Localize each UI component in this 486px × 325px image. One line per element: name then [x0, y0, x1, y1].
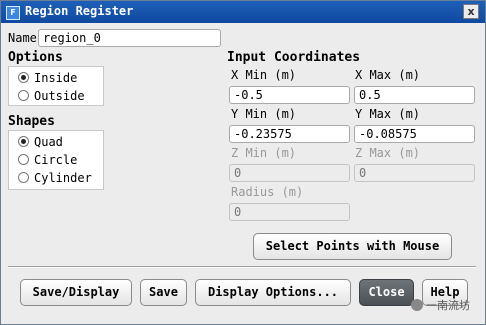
x-min-label: X Min (m): [231, 68, 297, 82]
y-max-input[interactable]: [354, 125, 475, 143]
shape-quad-radio[interactable]: Quad: [18, 135, 63, 149]
display-options-button[interactable]: Display Options...: [195, 279, 351, 306]
y-min-input[interactable]: [229, 125, 350, 143]
shape-cylinder-radio[interactable]: Cylinder: [18, 171, 92, 185]
select-points-with-mouse-button[interactable]: Select Points with Mouse: [253, 233, 452, 260]
x-max-input[interactable]: [354, 86, 475, 104]
close-icon[interactable]: x: [463, 4, 479, 19]
name-input[interactable]: [38, 29, 221, 47]
option-inside-label: Inside: [34, 71, 78, 85]
shape-circle-label: Circle: [34, 153, 78, 167]
close-button[interactable]: Close: [359, 279, 414, 306]
title-bar[interactable]: F Region Register x: [1, 1, 485, 23]
options-title: Options: [8, 50, 63, 65]
radio-checked-icon: [18, 136, 29, 147]
window-title: Region Register: [25, 4, 134, 18]
options-group: Inside Outside: [8, 66, 104, 106]
y-max-label: Y Max (m): [355, 107, 421, 121]
y-min-label: Y Min (m): [231, 107, 297, 121]
radio-unchecked-icon: [18, 154, 29, 165]
input-coordinates-title: Input Coordinates: [227, 50, 361, 65]
x-max-label: X Max (m): [355, 68, 421, 82]
radio-checked-icon: [18, 72, 29, 83]
shapes-group: Quad Circle Cylinder: [8, 130, 104, 190]
radio-unchecked-icon: [18, 172, 29, 183]
watermark-text: 一南流坊: [426, 299, 470, 312]
z-max-label: Z Max (m): [355, 146, 421, 160]
save-display-button[interactable]: Save/Display: [20, 279, 132, 306]
option-outside-radio[interactable]: Outside: [18, 89, 85, 103]
shape-circle-radio[interactable]: Circle: [18, 153, 77, 167]
app-icon: F: [6, 6, 20, 20]
save-button[interactable]: Save: [140, 279, 187, 306]
radius-label: Radius (m): [231, 185, 304, 199]
shape-cylinder-label: Cylinder: [34, 171, 92, 185]
separator: [8, 266, 476, 268]
name-label: Name: [8, 31, 37, 45]
z-max-input: [354, 164, 475, 182]
z-min-label: Z Min (m): [231, 146, 297, 160]
shapes-title: Shapes: [8, 114, 55, 129]
option-outside-label: Outside: [34, 89, 85, 103]
shape-quad-label: Quad: [34, 135, 63, 149]
option-inside-radio[interactable]: Inside: [18, 71, 77, 85]
watermark-logo-icon: [411, 299, 423, 311]
radio-unchecked-icon: [18, 90, 29, 101]
radius-input: [229, 203, 350, 221]
watermark: 一南流坊: [411, 297, 470, 313]
x-min-input[interactable]: [229, 86, 350, 104]
region-register-dialog: F Region Register x Name Options Inside …: [0, 0, 486, 325]
z-min-input: [229, 164, 350, 182]
